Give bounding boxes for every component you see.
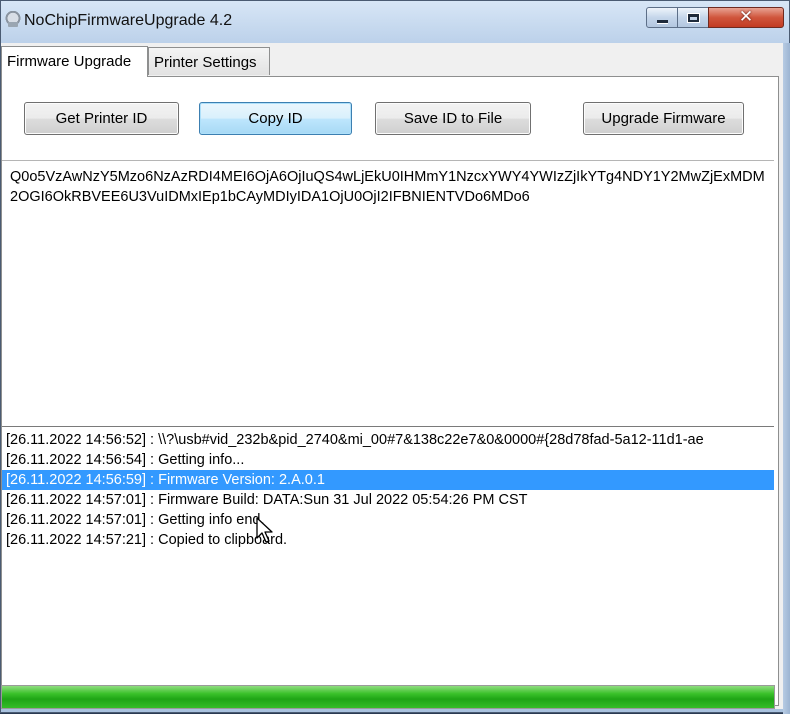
upgrade-firmware-button[interactable]: Upgrade Firmware <box>583 102 744 135</box>
maximize-icon <box>687 13 699 22</box>
printer-id-textbox[interactable]: Q0o5VzAwNzY5Mzo6NzAzRDI4MEI6OjA6OjIuQS4w… <box>2 160 774 420</box>
maximize-button[interactable] <box>677 7 709 28</box>
tab-label: Firmware Upgrade <box>7 53 132 70</box>
minimize-button[interactable] <box>646 7 678 28</box>
log-list[interactable]: [26.11.2022 14:56:52] : \\?\usb#vid_232b… <box>2 426 774 684</box>
close-button[interactable]: ✕ <box>708 7 784 28</box>
tab-firmware-upgrade[interactable]: Firmware Upgrade <box>1 46 148 77</box>
mouse-pointer-icon <box>256 517 273 543</box>
log-entry[interactable]: [26.11.2022 14:57:21] : Copied to clipbo… <box>2 530 774 550</box>
app-icon <box>5 11 21 29</box>
log-entry[interactable]: [26.11.2022 14:56:52] : \\?\usb#vid_232b… <box>2 430 774 450</box>
firmware-upgrade-panel: Get Printer ID Copy ID Save ID to File U… <box>1 76 779 706</box>
progress-bar <box>1 685 775 709</box>
tab-label: Printer Settings <box>154 54 257 71</box>
minimize-icon <box>656 20 668 23</box>
window-frame-right <box>783 43 790 714</box>
window-title: NoChipFirmwareUpgrade 4.2 <box>24 12 233 29</box>
title-bar[interactable]: NoChipFirmwareUpgrade 4.2 ✕ <box>1 1 789 43</box>
log-entry[interactable]: [26.11.2022 14:57:01] : Getting info end… <box>2 510 774 530</box>
close-icon: ✕ <box>738 7 754 27</box>
window-client-area: Firmware Upgrade Printer Settings Get Pr… <box>1 43 783 709</box>
app-window: NoChipFirmwareUpgrade 4.2 ✕ Firmware Upg… <box>0 0 790 714</box>
progress-bar-fill <box>2 686 774 708</box>
copy-id-button[interactable]: Copy ID <box>199 102 352 135</box>
log-entry[interactable]: [26.11.2022 14:56:54] : Getting info... <box>2 450 774 470</box>
log-entry[interactable]: [26.11.2022 14:57:01] : Firmware Build: … <box>2 490 774 510</box>
tab-printer-settings[interactable]: Printer Settings <box>148 47 270 75</box>
log-entry-selected[interactable]: [26.11.2022 14:56:59] : Firmware Version… <box>2 470 774 490</box>
save-id-to-file-button[interactable]: Save ID to File <box>375 102 531 135</box>
get-printer-id-button[interactable]: Get Printer ID <box>24 102 179 135</box>
